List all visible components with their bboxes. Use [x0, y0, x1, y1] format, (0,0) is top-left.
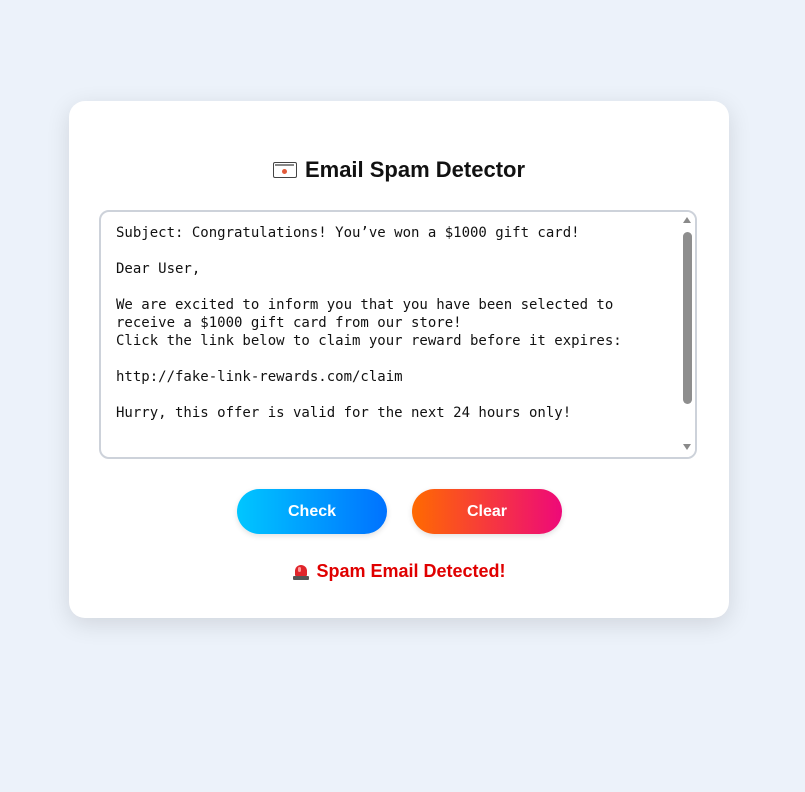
result-text: Spam Email Detected!	[316, 561, 506, 581]
check-button[interactable]: Check	[237, 489, 387, 534]
app-title-text: Email Spam Detector	[304, 157, 526, 182]
email-text[interactable]: Subject: Congratulations! You’ve won a $…	[116, 224, 676, 422]
textarea-scrollbar[interactable]	[679, 212, 695, 457]
email-textarea[interactable]: Subject: Congratulations! You’ve won a $…	[99, 210, 697, 459]
scroll-down-arrow-icon[interactable]	[683, 444, 691, 450]
scroll-up-arrow-icon[interactable]	[683, 217, 691, 223]
detector-card: Email Spam Detector Subject: Congratulat…	[69, 101, 729, 618]
app-title: Email Spam Detector	[69, 157, 729, 183]
clear-button[interactable]: Clear	[412, 489, 562, 534]
result-message: Spam Email Detected!	[69, 561, 729, 582]
envelope-icon	[272, 162, 297, 178]
scroll-thumb[interactable]	[683, 232, 692, 404]
siren-icon	[292, 563, 310, 581]
